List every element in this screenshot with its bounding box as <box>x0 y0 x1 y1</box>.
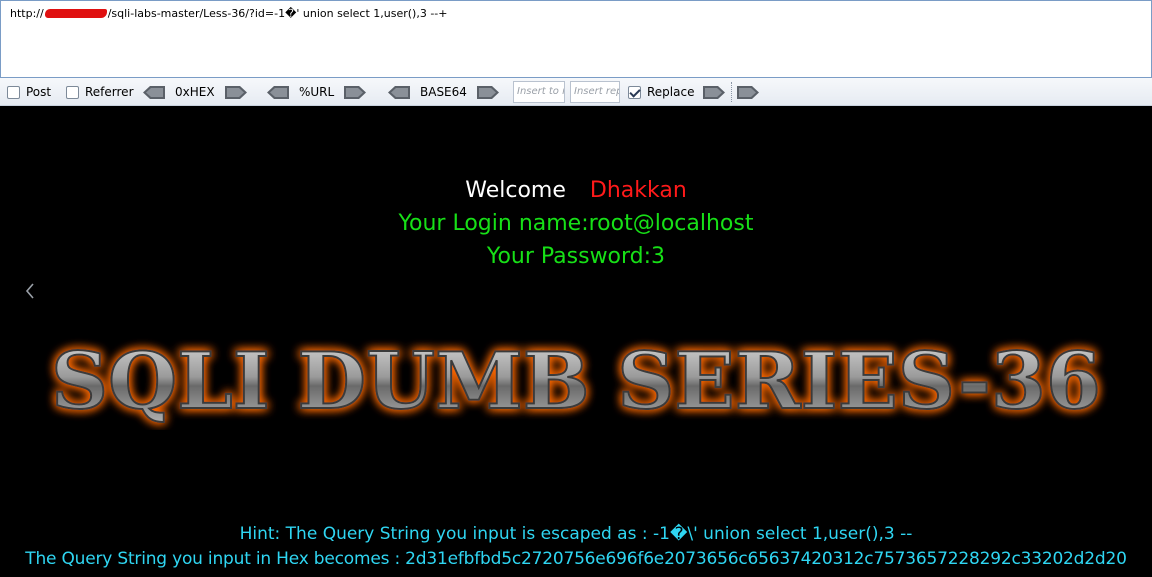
hex-encode-group: 0xHEX <box>143 78 247 106</box>
password-line: Your Password:3 <box>486 244 666 269</box>
post-checkbox[interactable] <box>7 85 20 99</box>
referrer-checkbox[interactable] <box>66 85 79 99</box>
post-label: Post <box>26 85 52 99</box>
hex-decode-arrow-icon[interactable] <box>143 85 165 99</box>
insert-to-input[interactable]: Insert to r <box>513 81 565 103</box>
post-option[interactable]: Post <box>7 78 51 106</box>
base64-group: BASE64 <box>388 78 499 106</box>
extra-run-group <box>737 78 759 106</box>
base64-decode-arrow-icon[interactable] <box>388 85 410 99</box>
welcome-line: Welcome Dhakkan <box>0 178 1152 203</box>
insert-replace-input[interactable]: Insert rep <box>570 81 620 103</box>
welcome-label: Welcome <box>465 178 566 203</box>
hackbar-toolbar: Post Referrer 0xHEX %URL BASE64 Insert t… <box>0 78 1152 106</box>
hex-label: 0xHEX <box>175 85 215 99</box>
url-encode-group: %URL <box>267 78 367 106</box>
sqli-dumb-series-banner: SQLI DUMB SERIES-36 <box>50 335 1102 428</box>
login-name-line: Your Login name:root@localhost <box>398 211 754 236</box>
chevron-left-icon[interactable] <box>24 282 36 300</box>
insert-replace-field-wrap: Insert rep <box>570 78 620 106</box>
banner-text: SQLI DUMB SERIES-36 <box>51 336 1101 427</box>
replace-label: Replace <box>647 85 695 99</box>
replace-option[interactable]: Replace <box>628 78 694 106</box>
replace-run-group <box>703 78 725 106</box>
base64-label: BASE64 <box>420 85 467 99</box>
hex-line: The Query String you input in Hex become… <box>25 549 1127 569</box>
url-textarea[interactable]: http:// /sqli-labs-master/Less-36/?id=-1�… <box>0 0 1152 78</box>
welcome-name: Dhakkan <box>589 178 687 203</box>
redacted-host <box>44 9 107 18</box>
hint-line: Hint: The Query String you input is esca… <box>239 524 913 544</box>
replace-checkbox[interactable] <box>628 85 641 99</box>
url-prefix: http:// <box>10 7 44 20</box>
referrer-option[interactable]: Referrer <box>66 78 134 106</box>
url-encode-arrow-icon[interactable] <box>344 85 367 99</box>
insert-to-field-wrap: Insert to r <box>513 78 565 106</box>
url-path: /sqli-labs-master/Less-36/?id=-1�' union… <box>107 7 448 20</box>
replace-run-arrow-icon[interactable] <box>703 85 725 99</box>
toolbar-separator <box>731 78 732 106</box>
url-label: %URL <box>299 85 335 99</box>
hex-encode-arrow-icon[interactable] <box>224 85 247 99</box>
url-text[interactable]: http:// /sqli-labs-master/Less-36/?id=-1�… <box>10 7 447 20</box>
url-decode-arrow-icon[interactable] <box>267 85 289 99</box>
referrer-label: Referrer <box>85 85 134 99</box>
extra-run-arrow-icon[interactable] <box>737 85 759 99</box>
base64-encode-arrow-icon[interactable] <box>476 85 499 99</box>
